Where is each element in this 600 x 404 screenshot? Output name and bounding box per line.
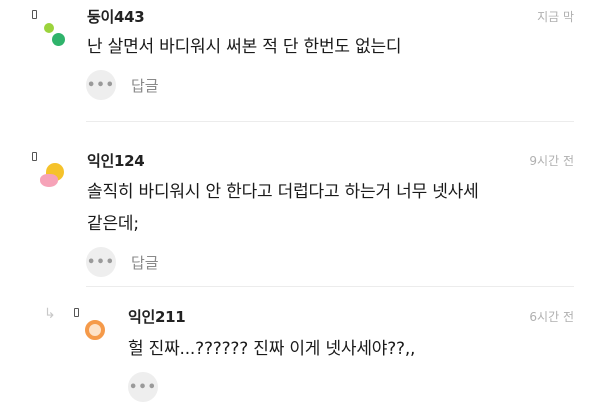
comment-line: 헐 진짜...?????? 진짜 이게 넷사세야??,, [128,339,416,359]
author-name[interactable]: 둥이443 [87,6,145,27]
comment-line: 난 살면서 바디워시 써본 적 단 한번도 없는디 [87,37,402,57]
avatar-badge-icon [32,152,37,161]
comment-line: 솔직히 바디워시 안 한다고 더럽다고 하는거 너무 넷사세 [87,182,479,202]
orange-ring-icon [85,320,105,340]
reply-arrow-icon: ↳ [44,306,56,322]
more-button[interactable]: ••• [86,70,116,100]
green-dot-icon [44,23,54,33]
avatar[interactable] [30,150,70,190]
author-name[interactable]: 익인211 [128,306,186,327]
timestamp: 9시간 전 [529,154,574,168]
avatar-badge-icon [74,308,79,317]
comment-line: 같은데; [87,214,139,234]
comment-text: 헐 진짜...?????? 진짜 이게 넷사세야??,, [128,333,415,365]
reply-button[interactable]: 답글 [131,252,159,273]
avatar-badge-icon [32,10,37,19]
timestamp: 6시간 전 [529,310,574,324]
pink-shape-icon [40,174,58,187]
avatar[interactable] [30,8,70,48]
author-name[interactable]: 익인124 [87,150,145,171]
reply-button[interactable]: 답글 [131,75,159,96]
more-button[interactable]: ••• [128,372,158,402]
avatar[interactable] [72,306,112,346]
timestamp: 지금 막 [537,10,574,24]
comment-text: 난 살면서 바디워시 써본 적 단 한번도 없는디 [87,31,402,63]
more-button[interactable]: ••• [86,247,116,277]
comment-text: 솔직히 바디워시 안 한다고 더럽다고 하는거 너무 넷사세 같은데; [87,176,479,240]
divider [86,121,574,122]
divider [86,286,574,287]
green-dot-icon [52,33,65,46]
